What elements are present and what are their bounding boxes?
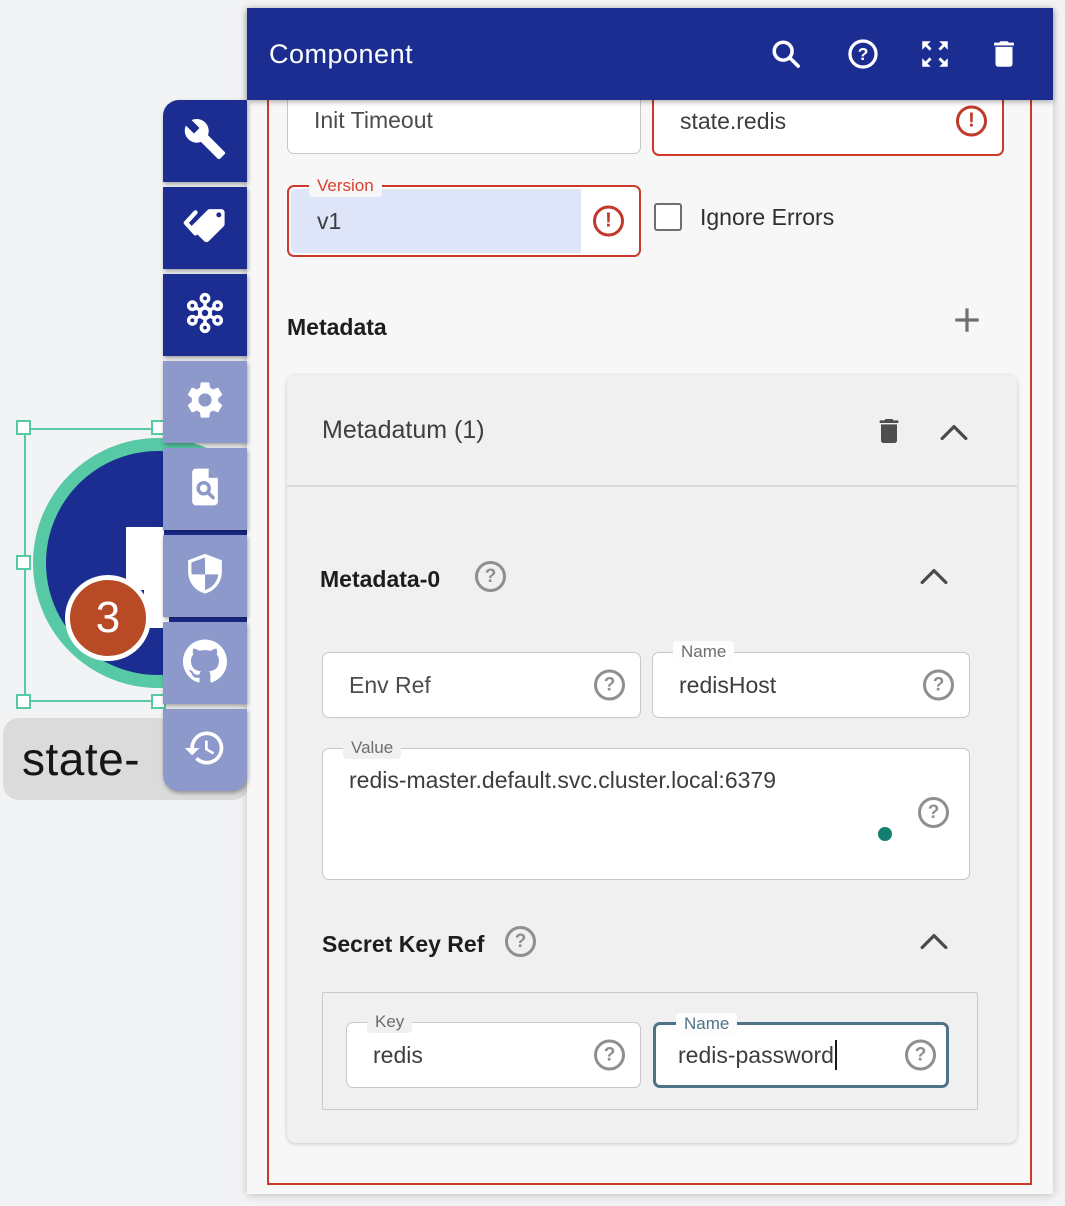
dapr-logo-shape <box>126 527 164 590</box>
help-icon[interactable]: ? <box>594 670 625 701</box>
help-icon[interactable]: ? <box>923 670 954 701</box>
component-type-field[interactable]: state.redis ! <box>652 100 1004 156</box>
text-cursor <box>835 1040 837 1070</box>
delete-metadatum-button[interactable] <box>873 415 905 452</box>
metadatum-card: Metadatum (1) Metadata-0 ? Env Ref ? <box>287 375 1017 1143</box>
document-search-icon <box>183 465 227 514</box>
resize-handle-w[interactable] <box>16 555 31 570</box>
init-timeout-field[interactable]: Init Timeout <box>287 100 641 154</box>
help-icon[interactable]: ? <box>594 1040 625 1071</box>
resize-handle-nw[interactable] <box>16 420 31 435</box>
wrench-icon <box>183 117 227 166</box>
collapse-metadata0-button[interactable] <box>920 567 948 590</box>
ignore-errors-label: Ignore Errors <box>700 204 834 231</box>
secret-name-value: redis-password <box>656 1042 834 1069</box>
component-properties-panel: Component ? <box>247 8 1053 1194</box>
badge-count: 3 <box>96 593 120 643</box>
tag-icon <box>183 204 227 253</box>
github-icon <box>183 639 227 688</box>
app-canvas: 3 state- <box>0 0 1065 1206</box>
plus-icon <box>955 308 978 331</box>
metadata-name-value: redisHost <box>653 672 776 699</box>
security-button[interactable] <box>163 535 247 617</box>
secret-name-field[interactable]: Name redis-password ? <box>653 1022 949 1088</box>
error-icon: ! <box>593 206 624 237</box>
history-icon <box>183 726 227 775</box>
help-icon[interactable]: ? <box>505 926 536 957</box>
metadata-value-field[interactable]: Value redis-master.default.svc.cluster.l… <box>322 748 970 880</box>
metadatum-card-header: Metadatum (1) <box>287 375 1017 487</box>
metadata-name-label: Name <box>673 641 734 663</box>
error-count-badge: 3 <box>65 575 151 661</box>
settings-button[interactable] <box>163 361 247 443</box>
connections-button[interactable] <box>163 274 247 356</box>
inspect-manifest-button[interactable] <box>163 448 247 530</box>
env-ref-field[interactable]: Env Ref ? <box>322 652 641 718</box>
panel-body: Init Timeout state.redis ! v1 Version ! … <box>247 100 1053 1194</box>
init-timeout-label: Init Timeout <box>288 107 433 134</box>
fullscreen-icon[interactable] <box>918 37 952 71</box>
panel-title: Component <box>269 39 413 70</box>
help-icon[interactable]: ? <box>905 1040 936 1071</box>
version-field[interactable]: v1 Version ! <box>287 185 641 257</box>
collapse-secret-button[interactable] <box>920 932 948 955</box>
metadata-value-label: Value <box>343 737 401 759</box>
version-selection-highlight: v1 <box>291 189 581 253</box>
tags-button[interactable] <box>163 187 247 269</box>
version-field-label: Version <box>309 175 382 197</box>
component-type-value: state.redis <box>654 108 786 135</box>
secret-name-label: Name <box>676 1013 737 1035</box>
shield-icon <box>183 552 227 601</box>
secret-key-label: Key <box>367 1011 412 1033</box>
panel-header: Component ? <box>247 8 1053 100</box>
resize-grip-dot[interactable] <box>878 827 892 841</box>
ignore-errors-checkbox[interactable] <box>654 203 682 231</box>
error-icon: ! <box>956 106 987 137</box>
collapse-metadatum-button[interactable] <box>940 423 968 446</box>
version-value: v1 <box>291 208 341 235</box>
hub-icon <box>183 291 227 340</box>
env-ref-label: Env Ref <box>323 672 431 699</box>
metadata-name-field[interactable]: Name redisHost ? <box>652 652 970 718</box>
resize-handle-sw[interactable] <box>16 694 31 709</box>
metadatum-title: Metadatum (1) <box>322 416 485 445</box>
history-button[interactable] <box>163 709 247 791</box>
secret-key-value: redis <box>347 1042 423 1069</box>
metadata-heading: Metadata <box>287 314 387 341</box>
search-button[interactable] <box>769 37 803 71</box>
delete-component-button[interactable] <box>987 37 1021 71</box>
metadata0-heading: Metadata-0 <box>320 566 440 593</box>
secret-key-field[interactable]: Key redis ? <box>346 1022 641 1088</box>
gear-icon <box>183 378 227 427</box>
configure-button[interactable] <box>163 100 247 182</box>
add-metadata-button[interactable] <box>950 303 984 342</box>
help-icon[interactable]: ? <box>475 561 506 592</box>
svg-text:?: ? <box>858 44 869 64</box>
help-button[interactable]: ? <box>846 37 880 71</box>
secret-key-ref-heading: Secret Key Ref <box>322 931 484 958</box>
help-icon[interactable]: ? <box>918 797 949 828</box>
secret-key-ref-group: Key redis ? Name redis-password ? <box>322 992 978 1110</box>
github-button[interactable] <box>163 622 247 704</box>
